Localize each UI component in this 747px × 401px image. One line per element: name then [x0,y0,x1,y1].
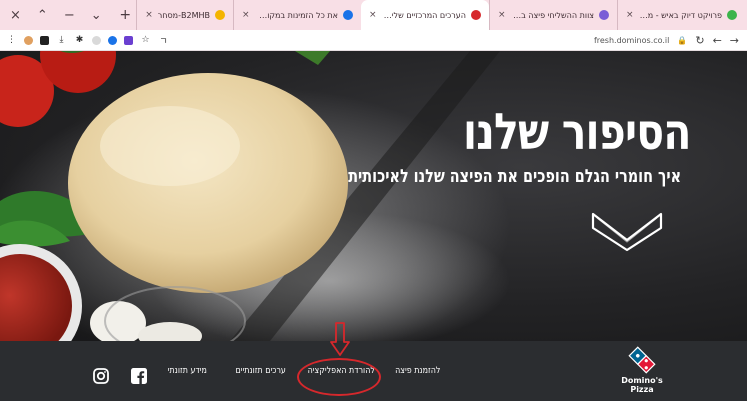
instagram-icon[interactable] [93,368,109,384]
extensions-puzzle-icon[interactable]: ✱ [74,35,85,46]
annotation-arrow-icon [330,322,350,356]
logo-wordmark: Domino's Pizza [620,376,664,394]
facebook-icon[interactable] [131,368,147,384]
lock-icon[interactable]: 🔒 [677,36,687,45]
extension-icon-1[interactable] [92,35,101,45]
address-bar[interactable]: fresh.dominos.co.il 🔒 ↻ ← → [169,34,747,47]
logo-text-pizza: Pizza [630,385,654,394]
close-window-icon[interactable]: × [10,8,21,23]
nav-nutrition-info-link[interactable]: מידע תזונתי [168,341,207,401]
scroll-down-chevron-icon[interactable] [589,208,665,252]
hero-subtitle: איך חומרי הגלם הופכים את הפיצה שלנו לאיכ… [348,166,681,187]
extensions-area: ⋮ ⤓ ✱ ☆ ㄱ [0,35,169,47]
reload-icon[interactable]: ↻ [695,34,704,47]
window-controls: × ⌃ − ⌄ [0,0,102,30]
forward-icon[interactable]: → [730,34,739,47]
translate-icon[interactable]: ㄱ [158,35,169,47]
restore-icon[interactable]: ⌃ [37,8,48,23]
nav-nutrition-values-link[interactable]: ערכים תזונתיים [235,341,285,401]
tab-strip: פרויקט דיוק באיש - משפחה באח × צוות ההשל… [100,0,747,30]
tab-close-icon[interactable]: × [145,10,153,20]
annotation-highlight-ellipse [297,358,381,396]
tab-close-icon[interactable]: × [242,10,250,20]
menu-icon[interactable]: ⋮ [6,35,17,46]
new-tab-button[interactable]: + [114,0,136,30]
tab-1[interactable]: פרויקט דיוק באיש - משפחה באח × [617,0,745,30]
hero-section: הסיפור שלנו איך חומרי הגלם הופכים את הפי… [0,51,747,341]
browser-toolbar: ⋮ ⤓ ✱ ☆ ㄱ fresh.dominos.co.il 🔒 ↻ ← → [0,30,747,51]
tab-favicon-icon [727,10,737,20]
tab-title: B2MHB-מסחר [157,10,210,20]
minimize-icon[interactable]: − [64,8,75,23]
tab-close-icon[interactable]: × [369,10,377,20]
url-text[interactable]: fresh.dominos.co.il [594,36,669,45]
tab-favicon-icon [471,10,481,20]
tab-4[interactable]: את כל הזמינות במקום את ה- ספ × [233,0,361,30]
profile-avatar-icon[interactable] [24,35,33,45]
tab-favicon-icon [343,10,353,20]
logo-text-dominos: Domino's [621,376,663,385]
bookmark-star-icon[interactable]: ☆ [140,35,151,46]
tab-2[interactable]: צוות ההשליחי פיצה ברחבי הארץ × [489,0,617,30]
hero-title: הסיפור שלנו [463,103,691,161]
extension-icon-2[interactable] [108,35,117,45]
hero-background-image [0,51,510,341]
tab-favicon-icon [215,10,225,20]
tab-3-active[interactable]: הערכים המרכזיים שלי דומינו × [361,0,489,30]
tab-title: את כל הזמינות במקום את ה- ספ [255,10,338,20]
tab-5[interactable]: B2MHB-מסחר × [136,0,233,30]
nav-order-pizza-link[interactable]: להזמנת פיצה [395,341,440,401]
tab-title: הערכים המרכזיים שלי דומינו [382,10,466,20]
extension-icon-3[interactable] [124,35,133,45]
tab-title: פרויקט דיוק באיש - משפחה באח [639,10,722,20]
tab-favicon-icon [599,10,609,20]
sidebar-icon[interactable] [40,35,49,45]
back-icon[interactable]: ← [713,34,722,47]
tab-close-icon[interactable]: × [626,10,634,20]
tab-close-icon[interactable]: × [498,10,506,20]
download-icon[interactable]: ⤓ [56,35,67,46]
tab-title: צוות ההשליחי פיצה ברחבי הארץ [511,10,594,20]
